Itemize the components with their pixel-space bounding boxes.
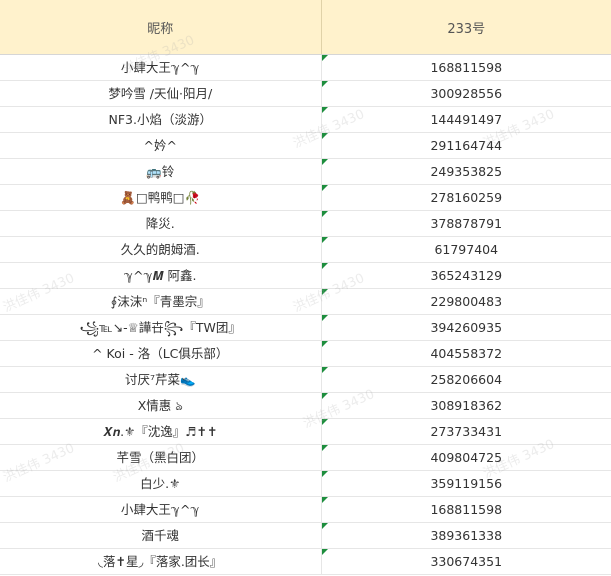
nickname-cell[interactable]: 久久的朗姆酒. [0,236,322,263]
table-row[interactable]: 小肆大王ℽ^ℽ 168811598 [0,496,611,523]
nickname-cell[interactable]: 降災. [0,210,322,237]
id-cell[interactable]: 308918362 [321,392,611,419]
nickname-cell[interactable]: ^ Koi - 洛（LC俱乐部） [0,340,322,367]
nickname-cell[interactable]: 🧸□鸭鸭□🥀 [0,184,322,211]
nickname-cell[interactable]: 讨厌⁷芹菜👟 [0,366,322,393]
nickname-id-table: 昵称 233号 小肆大王ℽ^ℽ 168811598 梦吟雪 /天仙·阳月/30092… [0,0,611,575]
table-row[interactable]: 讨厌⁷芹菜👟 258206604 [0,366,611,393]
nickname-cell[interactable]: ^妗^ [0,132,322,159]
id-cell[interactable]: 359119156 [321,470,611,497]
nickname-cell[interactable]: Ⅹ情惠 ঌ [0,392,322,419]
id-cell[interactable]: 291164744 [321,132,611,159]
id-cell[interactable]: 168811598 [321,54,611,81]
table-body: 小肆大王ℽ^ℽ 168811598 梦吟雪 /天仙·阳月/300928556 NF3.… [0,54,611,575]
table-row[interactable]: 久久的朗姆酒. 61797404 [0,236,611,263]
table-row[interactable]: ^ Koi - 洛（LC俱乐部） 404558372 [0,340,611,367]
nickname-cell[interactable]: 梦吟雪 /天仙·阳月/ [0,80,322,107]
table-row[interactable]: Ⅹ情惠 ঌ 308918362 [0,392,611,419]
id-cell[interactable]: 394260935 [321,314,611,341]
id-cell[interactable]: 258206604 [321,366,611,393]
id-cell[interactable]: 278160259 [321,184,611,211]
nickname-cell[interactable]: ∮沫沫ⁿ『青墨宗』 [0,288,322,315]
table-row[interactable]: 𝑿𝒏.⚜『沈逸』♬✝✝ 273733431 [0,418,611,445]
nickname-cell[interactable]: 小肆大王ℽ^ℽ [0,54,322,81]
id-cell[interactable]: 144491497 [321,106,611,133]
header-nickname[interactable]: 昵称 [0,0,322,55]
table-row[interactable]: ꧁℡↘-♕譁卋꧂『TW团』 394260935 [0,314,611,341]
table-row[interactable]: ℽ^ℽ𝑴 阿鑫. 365243129 [0,262,611,289]
table-header: 昵称 233号 [0,0,611,55]
id-cell[interactable]: 409804725 [321,444,611,471]
nickname-cell[interactable]: ◟落✝星◞『落家.团长』 [0,548,322,575]
id-cell[interactable]: 168811598 [321,496,611,523]
nickname-cell[interactable]: 🚌铃 [0,158,322,185]
table-row[interactable]: ∮沫沫ⁿ『青墨宗』 229800483 [0,288,611,315]
table-row[interactable]: ◟落✝星◞『落家.团长』 330674351 [0,548,611,575]
id-cell[interactable]: 273733431 [321,418,611,445]
table-row[interactable]: NF3.小焰（淡游） 144491497 [0,106,611,133]
nickname-cell[interactable]: 酒千魂 [0,522,322,549]
id-cell[interactable]: 404558372 [321,340,611,367]
nickname-cell[interactable]: ꧁℡↘-♕譁卋꧂『TW团』 [0,314,322,341]
table-row[interactable]: 芊雪（黑白团） 409804725 [0,444,611,471]
table-row[interactable]: 白少.⚜ 359119156 [0,470,611,497]
id-cell[interactable]: 330674351 [321,548,611,575]
id-cell[interactable]: 61797404 [321,236,611,263]
nickname-cell[interactable]: 𝑿𝒏.⚜『沈逸』♬✝✝ [0,418,322,445]
table-row[interactable]: 酒千魂 389361338 [0,522,611,549]
id-cell[interactable]: 229800483 [321,288,611,315]
header-id[interactable]: 233号 [321,0,611,55]
nickname-cell[interactable]: 小肆大王ℽ^ℽ [0,496,322,523]
nickname-cell[interactable]: 芊雪（黑白团） [0,444,322,471]
nickname-cell[interactable]: ℽ^ℽ𝑴 阿鑫. [0,262,322,289]
table-row[interactable]: 🧸□鸭鸭□🥀 278160259 [0,184,611,211]
id-cell[interactable]: 389361338 [321,522,611,549]
id-cell[interactable]: 249353825 [321,158,611,185]
table-row[interactable]: 梦吟雪 /天仙·阳月/300928556 [0,80,611,107]
id-cell[interactable]: 365243129 [321,262,611,289]
nickname-cell[interactable]: 白少.⚜ [0,470,322,497]
nickname-cell[interactable]: NF3.小焰（淡游） [0,106,322,133]
table-row[interactable]: 降災. 378878791 [0,210,611,237]
table-row[interactable]: 🚌铃 249353825 [0,158,611,185]
id-cell[interactable]: 300928556 [321,80,611,107]
id-cell[interactable]: 378878791 [321,210,611,237]
table-row[interactable]: 小肆大王ℽ^ℽ 168811598 [0,54,611,81]
table-row[interactable]: ^妗^ 291164744 [0,132,611,159]
